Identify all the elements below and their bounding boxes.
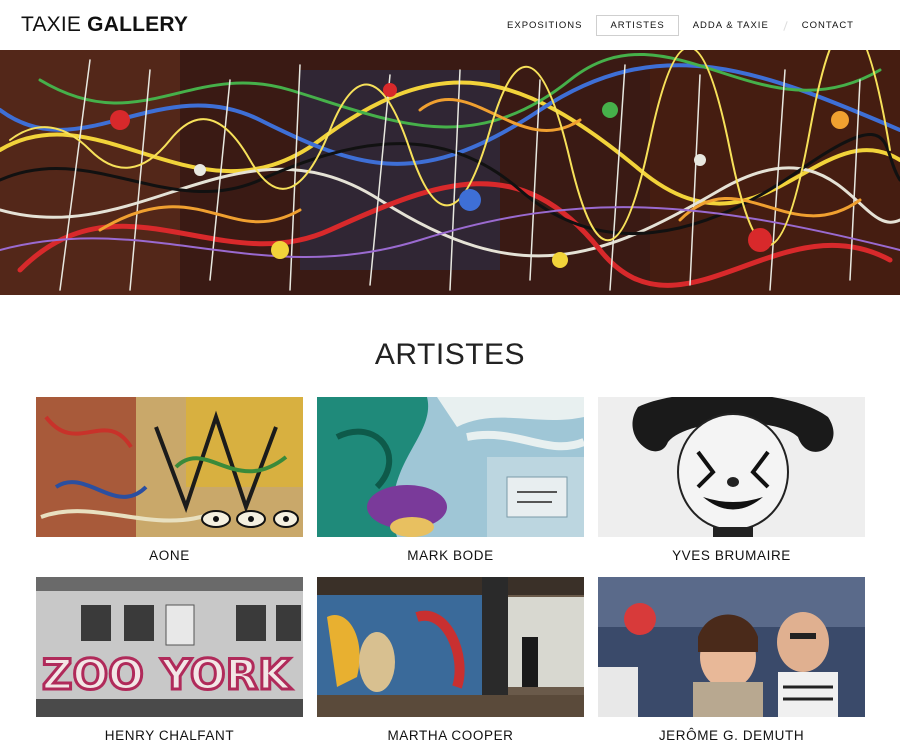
artist-name[interactable]: HENRY CHALFANT xyxy=(36,728,303,744)
artist-name[interactable]: JERÔME G. DEMUTH xyxy=(598,728,865,744)
subway-station-image xyxy=(317,577,584,717)
nav-item-artistes[interactable]: ARTISTES xyxy=(596,15,679,36)
artist-thumbnail-mark-bode[interactable] xyxy=(317,397,584,537)
artist-card-aone[interactable]: AONE xyxy=(36,397,303,577)
hero-banner-image xyxy=(0,50,900,295)
artist-name[interactable]: MARK BODE xyxy=(317,548,584,564)
svg-text:ZOO: ZOO xyxy=(42,650,144,699)
site-logo[interactable]: TAXIE GALLERY xyxy=(21,13,188,37)
page-title: ARTISTES xyxy=(374,338,526,371)
artist-name[interactable]: YVES BRUMAIRE xyxy=(598,548,865,564)
graffiti-painting-image xyxy=(36,397,303,537)
artist-thumbnail-martha-cooper[interactable] xyxy=(317,577,584,717)
nav-item-contact[interactable]: CONTACT xyxy=(788,15,868,36)
artist-grid: AONE MARK BODE YVES BRUMAIRE ZOO YORK HE… xyxy=(36,397,865,756)
svg-text:YORK: YORK xyxy=(160,650,292,699)
artist-name[interactable]: AONE xyxy=(36,548,303,564)
artist-card-jerome-demuth[interactable]: JERÔME G. DEMUTH xyxy=(598,577,865,756)
artist-thumbnail-yves-brumaire[interactable] xyxy=(598,397,865,537)
artist-card-mark-bode[interactable]: MARK BODE xyxy=(317,397,584,577)
artist-card-yves-brumaire[interactable]: YVES BRUMAIRE xyxy=(598,397,865,577)
artist-thumbnail-jerome-demuth[interactable] xyxy=(598,577,865,717)
logo-text-gallery: GALLERY xyxy=(87,13,189,36)
site-header: TAXIE GALLERY EXPOSITIONS ARTISTES ADDA … xyxy=(0,0,900,50)
couple-photo-image xyxy=(598,577,865,717)
artist-card-martha-cooper[interactable]: MARTHA COOPER xyxy=(317,577,584,756)
nav-item-expositions[interactable]: EXPOSITIONS xyxy=(493,15,596,36)
logo-text-taxie: TAXIE xyxy=(21,13,82,36)
artist-name[interactable]: MARTHA COOPER xyxy=(317,728,584,744)
artist-thumbnail-henry-chalfant[interactable]: ZOO YORK xyxy=(36,577,303,717)
abstract-painting-image xyxy=(0,50,900,295)
main-nav: EXPOSITIONS ARTISTES ADDA & TAXIE CONTAC… xyxy=(493,15,868,36)
nav-item-adda-taxie[interactable]: ADDA & TAXIE xyxy=(679,15,783,36)
clown-portrait-image xyxy=(598,397,865,537)
artist-thumbnail-aone[interactable] xyxy=(36,397,303,537)
graffiti-subway-car-image: ZOO YORK xyxy=(36,577,303,717)
comic-mural-image xyxy=(317,397,584,537)
artist-card-henry-chalfant[interactable]: ZOO YORK HENRY CHALFANT xyxy=(36,577,303,756)
